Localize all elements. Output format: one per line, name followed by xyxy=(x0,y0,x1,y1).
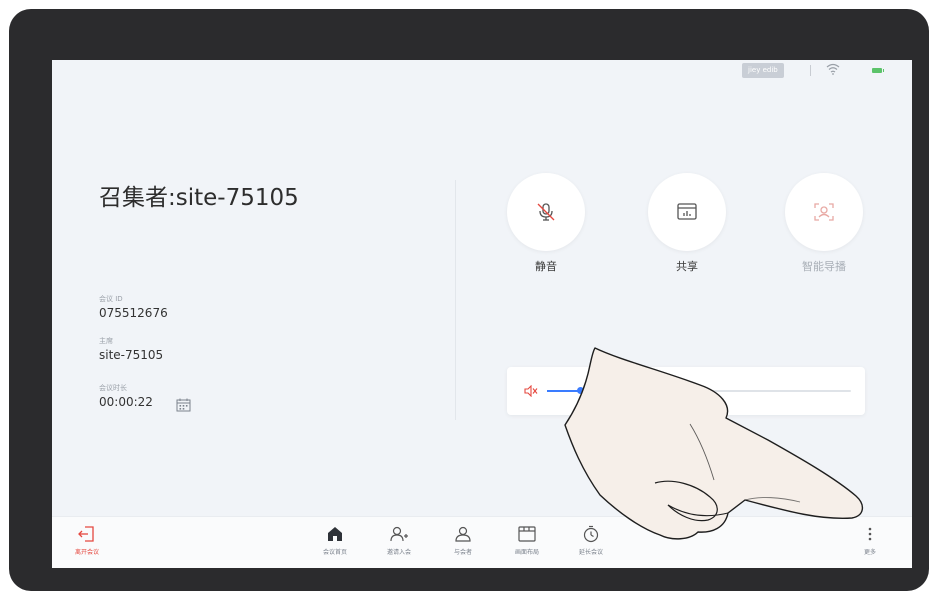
host-label: 主席 xyxy=(99,337,113,345)
share-button[interactable] xyxy=(648,173,726,251)
status-divider xyxy=(810,65,811,76)
leave-meeting-label: 离开会议 xyxy=(74,549,99,556)
wifi-icon xyxy=(826,63,840,75)
participants-button[interactable]: 与会者 xyxy=(438,520,488,566)
meeting-id-value: 075512676 xyxy=(99,306,168,320)
invite-button[interactable]: 邀请入会 xyxy=(374,520,424,566)
extend-meeting-label: 延长会议 xyxy=(578,549,603,556)
mute-label: 静音 xyxy=(535,260,557,273)
layout-button[interactable]: 画面布局 xyxy=(502,520,552,566)
extend-meeting-button[interactable]: 延长会议 xyxy=(566,520,616,566)
host-value: site-75105 xyxy=(99,348,164,362)
bottom-toolbar: 离开会议 会议首页 邀请入会 与会者 画面布局 延长会议 更多 xyxy=(52,516,912,568)
battery-icon xyxy=(872,68,884,73)
smart-director-button[interactable] xyxy=(785,173,863,251)
participants-label: 与会者 xyxy=(453,549,472,556)
duration-label: 会议时长 xyxy=(99,384,127,392)
speaker-muted-icon[interactable] xyxy=(524,385,538,397)
more-vertical-icon xyxy=(868,527,872,541)
more-button[interactable]: 更多 xyxy=(845,520,895,566)
smart-director-label: 智能导播 xyxy=(802,260,846,273)
layout-label: 画面布局 xyxy=(514,549,539,556)
meeting-screen: jiey edib 召集者:site-75105 会议 ID 075512676… xyxy=(52,60,912,568)
more-label: 更多 xyxy=(863,549,876,556)
smart-director-icon xyxy=(814,203,834,221)
home-icon xyxy=(328,527,342,541)
panel-divider xyxy=(455,180,456,420)
volume-panel xyxy=(507,367,865,415)
meeting-title: 召集者:site-75105 xyxy=(99,185,299,211)
duration-value: 00:00:22 xyxy=(99,395,153,409)
add-user-icon xyxy=(390,526,408,542)
meeting-id-label: 会议 ID xyxy=(99,295,123,303)
layout-icon xyxy=(518,526,536,542)
user-icon xyxy=(455,526,471,542)
status-tag: jiey edib xyxy=(742,63,784,78)
timer-icon xyxy=(583,525,599,543)
leave-meeting-button[interactable]: 离开会议 xyxy=(62,520,112,566)
share-screen-icon xyxy=(677,203,697,220)
invite-label: 邀请入会 xyxy=(386,549,411,556)
volume-track[interactable] xyxy=(547,390,851,392)
tablet-frame: jiey edib 召集者:site-75105 会议 ID 075512676… xyxy=(9,9,929,591)
mic-off-icon xyxy=(537,203,555,221)
mute-button[interactable] xyxy=(507,173,585,251)
exit-icon xyxy=(78,526,94,542)
volume-slider-knob[interactable] xyxy=(577,387,584,394)
calendar-icon[interactable] xyxy=(176,398,191,412)
meeting-home-button[interactable]: 会议首页 xyxy=(310,520,360,566)
meeting-home-label: 会议首页 xyxy=(322,549,347,556)
volume-fill xyxy=(547,390,580,392)
share-label: 共享 xyxy=(676,260,698,273)
